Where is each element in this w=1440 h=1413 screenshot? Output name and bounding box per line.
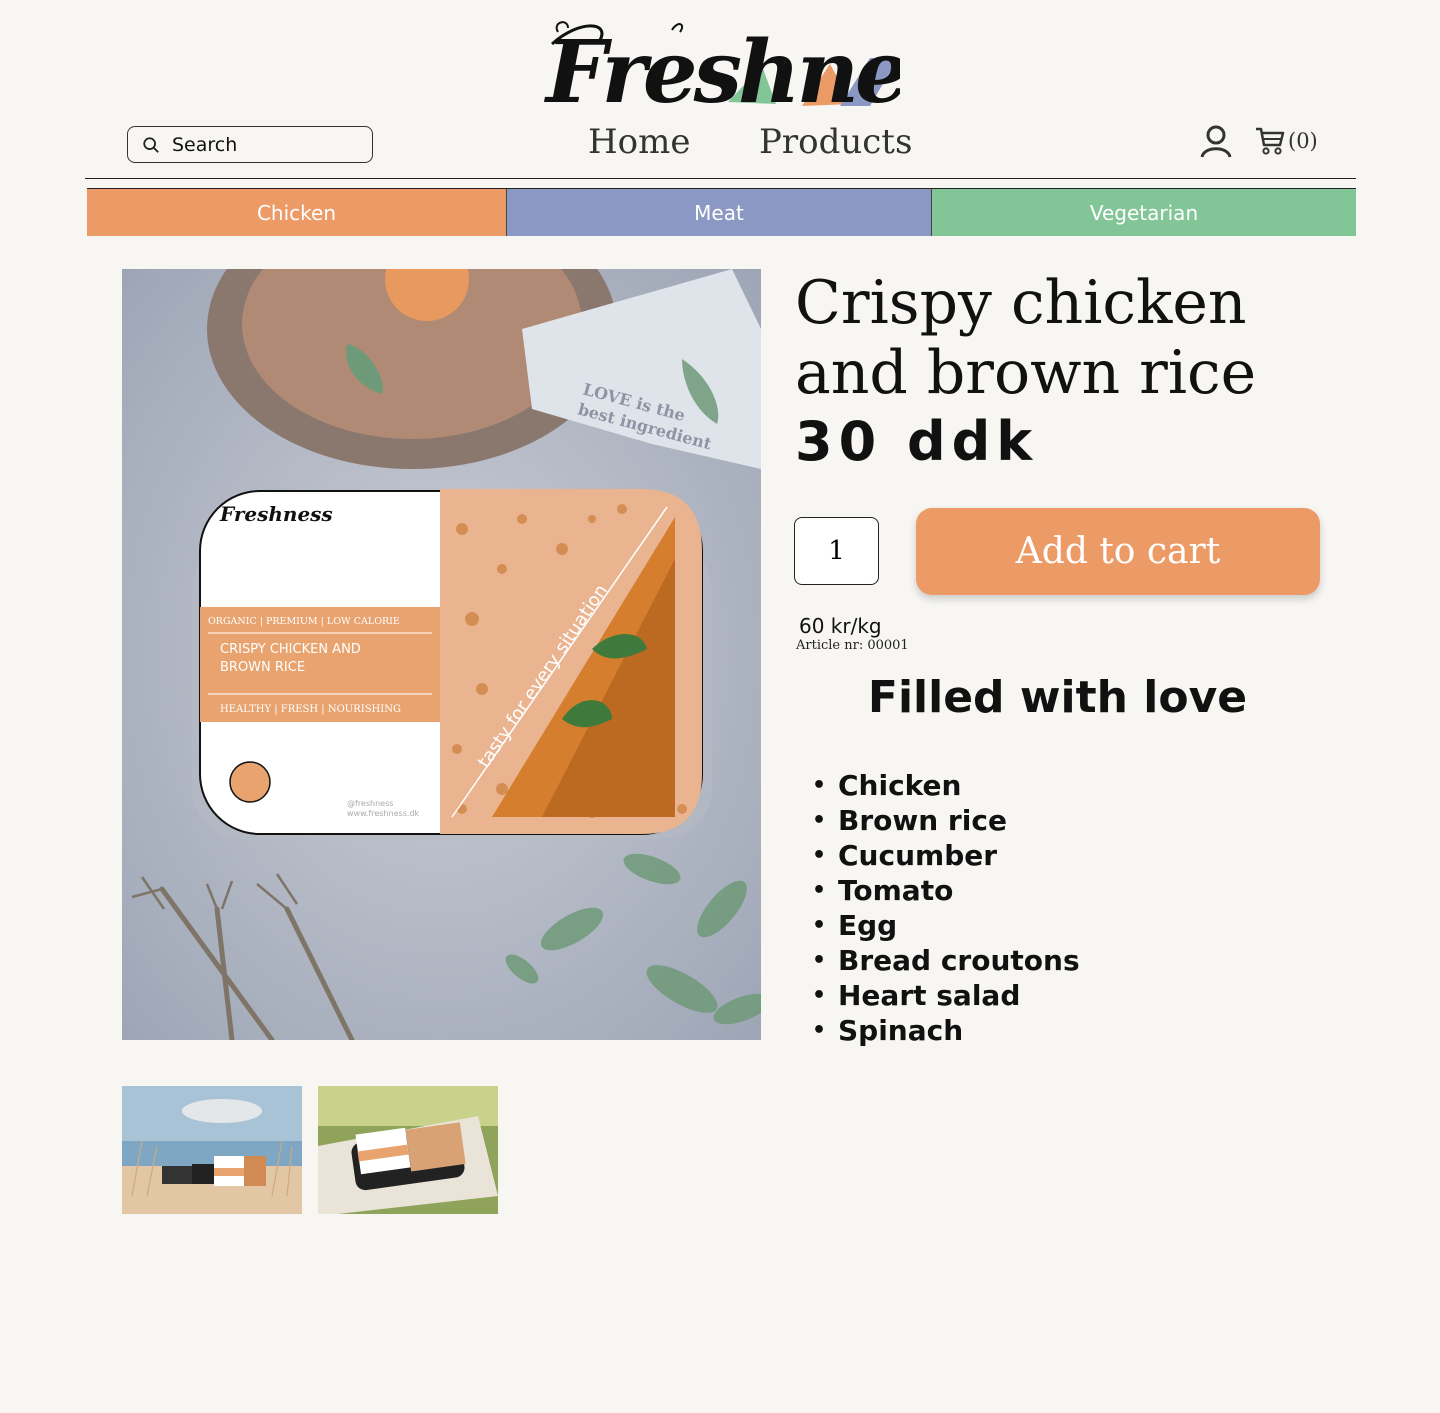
- category-bar: Chicken Meat Vegetarian: [87, 188, 1356, 236]
- ingredient-item: Bread croutons: [812, 943, 1080, 978]
- cart-count[interactable]: (0): [1288, 129, 1318, 153]
- product-thumbnail-1[interactable]: [122, 1086, 302, 1214]
- nav-products-link[interactable]: Products: [759, 122, 912, 162]
- article-number: Article nr: 00001: [796, 638, 909, 653]
- category-chicken[interactable]: Chicken: [87, 189, 507, 236]
- header-icons: (0): [1198, 124, 1318, 158]
- ingredient-item: Heart salad: [812, 978, 1080, 1013]
- product-main-image[interactable]: LOVE is the best ingredient tasty for ev…: [122, 269, 761, 1040]
- thumbnail-board-photo: [318, 1086, 498, 1214]
- ingredient-item: Tomato: [812, 873, 1080, 908]
- product-title: Crispy chicken and brown rice: [795, 268, 1257, 408]
- cart-icon[interactable]: [1254, 125, 1286, 157]
- product-thumbnail-2[interactable]: [318, 1086, 498, 1214]
- category-vegetarian[interactable]: Vegetarian: [932, 189, 1356, 236]
- svg-text:CRISPY CHICKEN AND: CRISPY CHICKEN AND: [220, 642, 361, 657]
- ingredient-list: Chicken Brown rice Cucumber Tomato Egg B…: [812, 768, 1080, 1048]
- svg-text:@freshness: @freshness: [347, 799, 393, 808]
- ingredient-item: Egg: [812, 908, 1080, 943]
- ingredient-item: Spinach: [812, 1013, 1080, 1048]
- add-to-cart-button[interactable]: Add to cart: [916, 508, 1320, 595]
- nav-home-link[interactable]: Home: [588, 122, 690, 162]
- svg-text:Freshness: Freshness: [543, 22, 900, 114]
- svg-text:HEALTHY | FRESH | NOURISHING: HEALTHY | FRESH | NOURISHING: [220, 704, 401, 715]
- brand-logo[interactable]: Freshness: [540, 14, 1001, 123]
- product-photo: LOVE is the best ingredient tasty for ev…: [122, 269, 761, 1040]
- quantity-input[interactable]: [794, 517, 879, 585]
- category-meat[interactable]: Meat: [507, 189, 932, 236]
- svg-text:ORGANIC | PREMIUM | LOW CALORI: ORGANIC | PREMIUM | LOW CALORIE: [208, 616, 400, 627]
- logo-image: Freshness: [543, 21, 1001, 123]
- ingredient-item: Cucumber: [812, 838, 1080, 873]
- product-price: 30 ddk: [795, 410, 1039, 473]
- thumbnail-beach-photo: [122, 1086, 302, 1214]
- ingredient-item: Brown rice: [812, 803, 1080, 838]
- price-per-kg: 60 kr/kg: [799, 614, 882, 638]
- description-heading: Filled with love: [867, 672, 1248, 723]
- svg-text:Freshness: Freshness: [219, 502, 333, 526]
- svg-text:www.freshness.dk: www.freshness.dk: [347, 809, 419, 818]
- user-icon[interactable]: [1198, 124, 1234, 158]
- svg-text:BROWN RICE: BROWN RICE: [220, 660, 305, 675]
- header-divider: [85, 178, 1356, 179]
- ingredient-item: Chicken: [812, 768, 1080, 803]
